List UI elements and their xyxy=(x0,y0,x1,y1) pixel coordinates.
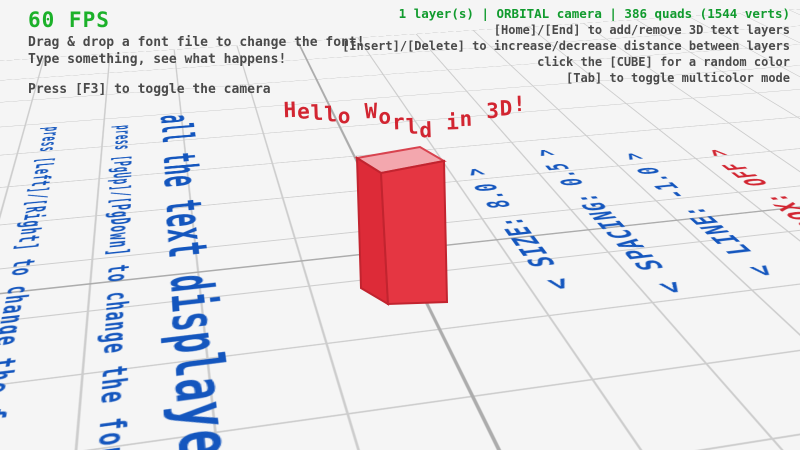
hint-multicolor: [Tab] to toggle multicolor mode xyxy=(342,70,790,86)
status-bar: 1 layer(s) | ORBITAL camera | 386 quads … xyxy=(342,6,790,22)
app-window: press [F1] to toggle the text boundry pr… xyxy=(0,0,800,450)
hint-drag-drop: Drag & drop a font file to change the fo… xyxy=(28,34,365,51)
hint-layers: [Home]/[End] to add/remove 3D text layer… xyxy=(342,22,790,38)
hint-camera-toggle: Press [F3] to toggle the camera xyxy=(28,81,365,98)
cube-front-face[interactable] xyxy=(381,161,447,304)
help-left-block: Drag & drop a font file to change the fo… xyxy=(28,34,365,98)
hint-layer-distance: [Insert]/[Delete] to increase/decrease d… xyxy=(342,38,790,54)
hint-cube-color: click the [CUBE] for a random color xyxy=(342,54,790,70)
hint-type: Type something, see what happens! xyxy=(28,51,365,68)
help-right-block: 1 layer(s) | ORBITAL camera | 386 quads … xyxy=(342,6,790,86)
ground-help-line-font-size: press [PgUp]/[PgDown] to change the font… xyxy=(80,124,134,450)
fps-counter: 60 FPS xyxy=(28,8,110,32)
